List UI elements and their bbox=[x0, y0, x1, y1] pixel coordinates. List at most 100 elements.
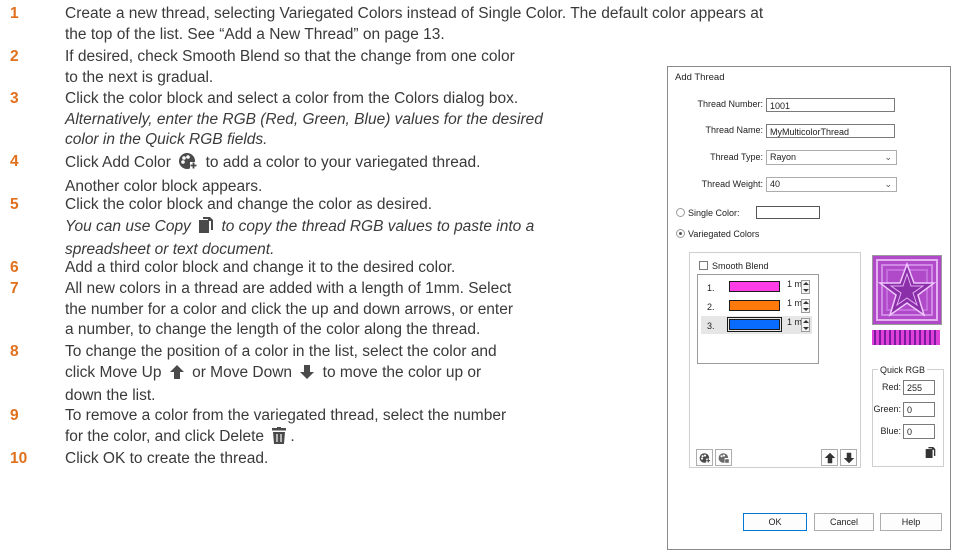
step-number: 1 bbox=[10, 5, 19, 22]
step-7: 7 All new colors in a thread are added w… bbox=[10, 279, 630, 341]
step-10: 10 Click OK to create the thread. bbox=[10, 449, 630, 470]
step-text: down the list. bbox=[65, 387, 156, 404]
green-label: Green: bbox=[873, 404, 901, 414]
cancel-button[interactable]: Cancel bbox=[814, 513, 874, 531]
step-9: 9 To remove a color from the variegated … bbox=[10, 406, 630, 450]
step-note: Alternatively, enter the RGB (Red, Green… bbox=[65, 110, 543, 128]
step-number: 2 bbox=[10, 48, 19, 65]
step-number: 7 bbox=[10, 280, 19, 297]
color-index: 2. bbox=[707, 302, 715, 312]
dialog-title: Add Thread bbox=[675, 72, 725, 83]
blue-field[interactable]: 0 bbox=[903, 424, 935, 439]
step-text: Click the color block and select a color… bbox=[65, 90, 519, 107]
thread-type-select[interactable]: Rayon ⌄ bbox=[766, 150, 897, 165]
step-text: the top of the list. See “Add a New Thre… bbox=[65, 25, 445, 43]
variegated-colors-label: Variegated Colors bbox=[688, 229, 760, 239]
smooth-blend-checkbox[interactable] bbox=[699, 261, 708, 270]
thread-weight-select[interactable]: 40 ⌄ bbox=[766, 177, 897, 192]
single-color-radio[interactable] bbox=[676, 208, 685, 217]
step-number: 3 bbox=[10, 90, 19, 107]
chevron-down-icon: ⌄ bbox=[884, 179, 892, 189]
move-down-button[interactable] bbox=[840, 449, 857, 466]
step-text: for the color, and click Delete bbox=[65, 427, 265, 445]
length-spinner[interactable] bbox=[801, 280, 810, 294]
step-note: to copy the thread RGB values to paste i… bbox=[221, 217, 535, 235]
step-2: 2 If desired, check Smooth Blend so that… bbox=[10, 47, 630, 88]
step-text: If desired, check Smooth Blend so that t… bbox=[65, 48, 515, 65]
step-8: 8 To change the position of a color in t… bbox=[10, 342, 630, 407]
step-number: 6 bbox=[10, 259, 19, 276]
thread-preview bbox=[872, 255, 942, 325]
color-index: 3. bbox=[707, 321, 715, 331]
add-color-button[interactable] bbox=[696, 449, 713, 466]
thread-number-label: Thread Number: bbox=[697, 99, 763, 109]
step-text: click Move Up bbox=[65, 363, 162, 381]
step-text: to move the color up or bbox=[322, 363, 482, 381]
thread-stripe-preview bbox=[872, 330, 940, 345]
step-text: Click Add Color bbox=[65, 154, 171, 171]
add-color-icon bbox=[178, 152, 198, 177]
step-5: 5 Click the color block and change the c… bbox=[10, 195, 630, 261]
move-down-icon bbox=[299, 364, 315, 387]
step-text: to the next is gradual. bbox=[65, 68, 214, 86]
delete-icon bbox=[271, 426, 287, 451]
thread-weight-label: Thread Weight: bbox=[701, 179, 763, 189]
step-6: 6 Add a third color block and change it … bbox=[10, 258, 630, 279]
step-text: Create a new thread, selecting Variegate… bbox=[65, 5, 764, 22]
red-field[interactable]: 255 bbox=[903, 380, 935, 395]
delete-color-button[interactable] bbox=[715, 449, 732, 466]
copy-rgb-button[interactable] bbox=[925, 446, 936, 461]
step-3: 3 Click the color block and select a col… bbox=[10, 89, 630, 151]
step-text: or Move Down bbox=[192, 363, 293, 381]
thread-type-value: Rayon bbox=[770, 152, 797, 162]
step-text: Click the color block and change the col… bbox=[65, 196, 433, 213]
step-number: 8 bbox=[10, 343, 19, 360]
quick-rgb-group: Quick RGB Red: 255 Green: 0 Blue: 0 bbox=[872, 365, 944, 467]
thread-name-field[interactable]: MyMulticolorThread bbox=[766, 124, 895, 138]
step-4: 4 Click Add Color to add a color to your… bbox=[10, 152, 630, 197]
single-color-swatch[interactable] bbox=[756, 206, 820, 219]
color-row[interactable]: 2. 1 mm bbox=[701, 297, 812, 315]
step-text: Another color block appears. bbox=[65, 177, 263, 195]
length-spinner[interactable] bbox=[801, 299, 810, 313]
step-text: To change the position of a color in the… bbox=[65, 343, 497, 360]
single-color-label: Single Color: bbox=[688, 208, 740, 218]
step-number: 9 bbox=[10, 407, 19, 424]
step-text: a number, to change the length of the co… bbox=[65, 321, 481, 338]
variegated-group: Smooth Blend 1. 1 mm 2. 1 mm 3. 1 mm bbox=[689, 252, 861, 468]
thread-type-label: Thread Type: bbox=[710, 152, 763, 162]
color-swatch[interactable] bbox=[727, 317, 782, 332]
ok-button[interactable]: OK bbox=[743, 513, 807, 531]
step-number: 5 bbox=[10, 196, 19, 213]
variegated-colors-radio[interactable] bbox=[676, 229, 685, 238]
color-swatch[interactable] bbox=[729, 300, 780, 311]
thread-name-label: Thread Name: bbox=[705, 125, 763, 135]
step-text: Add a third color block and change it to… bbox=[65, 259, 456, 276]
step-text: All new colors in a thread are added wit… bbox=[65, 280, 512, 297]
thread-weight-value: 40 bbox=[770, 179, 781, 189]
color-row-selected[interactable]: 3. 1 mm bbox=[701, 316, 812, 334]
step-note: color in the Quick RGB fields. bbox=[65, 131, 268, 148]
red-label: Red: bbox=[881, 382, 901, 392]
step-text: Click OK to create the thread. bbox=[65, 450, 269, 467]
blue-label: Blue: bbox=[880, 426, 901, 436]
green-field[interactable]: 0 bbox=[903, 402, 935, 417]
quick-rgb-label: Quick RGB bbox=[878, 365, 928, 375]
step-number: 4 bbox=[10, 153, 19, 170]
help-button[interactable]: Help bbox=[880, 513, 942, 531]
step-note: You can use Copy bbox=[65, 217, 191, 235]
add-thread-dialog: Add Thread Thread Number: 1001 Thread Na… bbox=[667, 66, 951, 550]
step-text: to add a color to your variegated thread… bbox=[205, 154, 481, 171]
step-text: the number for a color and click the up … bbox=[65, 300, 514, 318]
step-text: To remove a color from the variegated th… bbox=[65, 407, 507, 424]
step-number: 10 bbox=[10, 450, 28, 467]
move-up-icon bbox=[169, 364, 185, 387]
color-swatch[interactable] bbox=[729, 281, 780, 292]
move-up-button[interactable] bbox=[821, 449, 838, 466]
color-row[interactable]: 1. 1 mm bbox=[701, 278, 812, 296]
thread-number-field[interactable]: 1001 bbox=[766, 98, 895, 112]
chevron-down-icon: ⌄ bbox=[884, 152, 892, 162]
color-list: 1. 1 mm 2. 1 mm 3. 1 mm bbox=[697, 274, 819, 364]
step-1: 1 Create a new thread, selecting Variega… bbox=[10, 4, 955, 45]
length-spinner[interactable] bbox=[801, 318, 810, 332]
